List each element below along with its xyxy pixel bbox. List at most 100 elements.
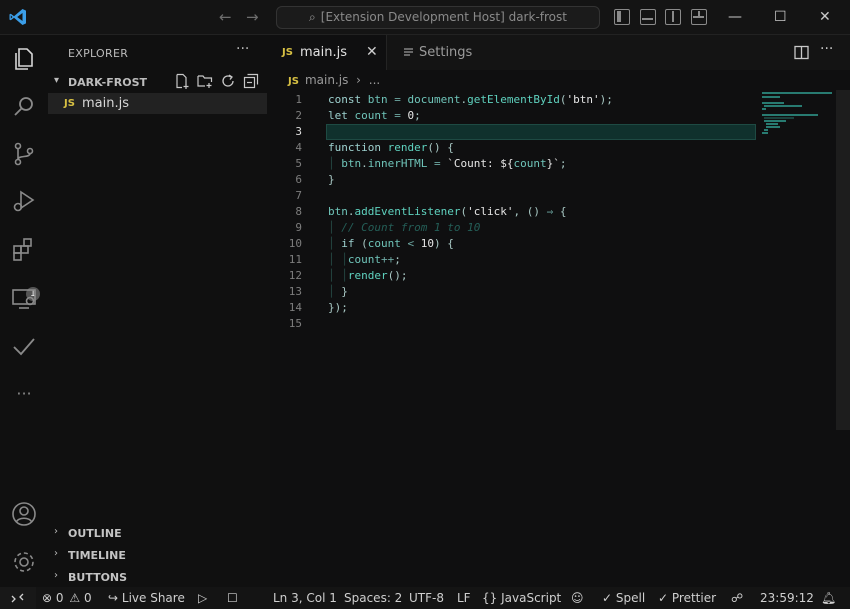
minimize-icon[interactable]: — xyxy=(728,7,742,27)
buttons-section[interactable]: › BUTTONS xyxy=(54,567,270,587)
extensions-icon[interactable] xyxy=(10,236,38,264)
live-share-button[interactable]: ↪ Live Share xyxy=(108,591,185,605)
language-label: JavaScript xyxy=(501,591,562,605)
manage-gear-icon[interactable] xyxy=(10,548,38,576)
folder-header[interactable]: ▾ DARK-FROST xyxy=(54,73,270,93)
section-label: TIMELINE xyxy=(68,549,126,562)
line-number: 5 xyxy=(295,157,302,170)
explorer-sidebar: EXPLORER ··· ▾ DARK-FROST JS main.js › O… xyxy=(48,35,270,587)
chevron-down-icon: ▾ xyxy=(54,75,60,86)
code-text: let count = 0; xyxy=(328,109,421,122)
line-number: 12 xyxy=(288,269,302,282)
status-bar: ⊗ 0 ⚠ 0 ↪ Live Share ▷ ☐ Ln 3, Col 1 Spa… xyxy=(0,587,850,609)
arrow-left-icon[interactable]: ← xyxy=(219,8,232,26)
collapse-all-icon[interactable] xyxy=(243,73,259,89)
remote-indicator[interactable] xyxy=(0,587,36,609)
code-line: 3 xyxy=(270,124,836,140)
code-line: 2 let count = 0; xyxy=(270,108,836,124)
run-debug-icon[interactable] xyxy=(10,187,38,215)
toggle-panel-icon[interactable] xyxy=(640,9,656,25)
code-text: │ │render(); xyxy=(328,269,408,282)
file-name: main.js xyxy=(82,96,129,111)
tab-settings[interactable]: Settings xyxy=(387,35,507,70)
line-number: 7 xyxy=(295,189,302,202)
toggle-secondary-sidebar-icon[interactable] xyxy=(665,9,681,25)
spell-check-button[interactable]: ✓ Spell xyxy=(602,591,645,605)
toggle-sidebar-icon[interactable] xyxy=(614,9,630,25)
code-line: 15 xyxy=(270,316,836,332)
code-editor[interactable]: 1 const btn = document.getElementById('b… xyxy=(270,90,836,430)
warning-count: 0 xyxy=(83,591,92,605)
run-icon[interactable]: ▷ xyxy=(198,591,207,605)
testing-icon[interactable] xyxy=(10,333,38,361)
code-line: 5 │ btn.innerHTML = `Count: ${count}`; xyxy=(270,156,836,172)
code-line: 1 const btn = document.getElementById('b… xyxy=(270,92,836,108)
activity-bar: 1 ··· xyxy=(0,35,48,587)
more-actions-icon[interactable]: ··· xyxy=(820,41,833,57)
refresh-icon[interactable] xyxy=(220,73,236,89)
copilot-icon[interactable]: ☺ xyxy=(571,591,584,605)
editor-tabs: JS main.js ✕ Settings ··· xyxy=(270,35,850,70)
code-text: } xyxy=(328,173,335,186)
files-icon[interactable] xyxy=(10,45,38,73)
file-item-main-js[interactable]: JS main.js xyxy=(48,93,267,114)
live-share-label: Live Share xyxy=(121,591,185,605)
code-text: │ btn.innerHTML = `Count: ${count}`; xyxy=(328,157,567,170)
split-editor-icon[interactable] xyxy=(794,45,809,60)
new-file-icon[interactable] xyxy=(174,73,190,89)
check-all-icon: ✓ xyxy=(658,591,669,605)
search-icon[interactable] xyxy=(10,93,38,121)
line-number: 9 xyxy=(295,221,302,234)
source-control-icon[interactable] xyxy=(10,140,38,168)
breadcrumb-separator: › xyxy=(356,73,361,87)
language-mode[interactable]: {} JavaScript xyxy=(482,591,561,605)
close-icon[interactable]: ✕ xyxy=(366,44,378,60)
search-icon: ⌕ xyxy=(309,10,316,24)
outline-section[interactable]: › OUTLINE xyxy=(54,523,270,543)
problems-indicator[interactable]: ⊗ 0 ⚠ 0 xyxy=(42,591,92,605)
folder-name: DARK-FROST xyxy=(68,76,148,89)
chevron-right-icon: › xyxy=(54,548,58,559)
breadcrumb-file[interactable]: main.js xyxy=(305,73,348,87)
js-file-icon: JS xyxy=(282,47,293,58)
tab-label: main.js xyxy=(300,45,347,60)
line-number: 1 xyxy=(295,93,302,106)
editor-scrollbar[interactable] xyxy=(836,90,850,430)
code-text: │ │count++; xyxy=(328,253,401,266)
more-icon[interactable]: ··· xyxy=(10,380,38,408)
tab-main-js[interactable]: JS main.js ✕ xyxy=(270,35,386,70)
encoding[interactable]: UTF-8 xyxy=(409,591,444,605)
end-of-line[interactable]: LF xyxy=(457,591,471,605)
sidebar-title: EXPLORER xyxy=(68,47,129,60)
arrow-right-icon[interactable]: → xyxy=(246,8,259,26)
section-label: OUTLINE xyxy=(68,527,122,540)
cursor-position[interactable]: Ln 3, Col 1 xyxy=(273,591,337,605)
minimap[interactable] xyxy=(762,90,834,170)
accounts-icon[interactable] xyxy=(10,500,38,528)
customize-layout-icon[interactable] xyxy=(691,9,707,25)
error-count: 0 xyxy=(55,591,64,605)
live-share-icon: ↪ xyxy=(108,591,119,605)
indentation[interactable]: Spaces: 2 xyxy=(344,591,402,605)
line-number: 15 xyxy=(288,317,302,330)
maximize-icon[interactable]: ☐ xyxy=(774,7,787,27)
spell-check-icon: ✓ xyxy=(602,591,613,605)
stop-icon[interactable]: ☐ xyxy=(227,591,238,605)
prettier-label: Prettier xyxy=(671,591,717,605)
breadcrumb-symbols[interactable]: ... xyxy=(369,73,380,87)
line-number: 14 xyxy=(288,301,302,314)
command-center-search[interactable]: ⌕ [Extension Development Host] dark-frost xyxy=(276,6,600,29)
bell-icon[interactable]: 🔔︎ xyxy=(821,591,836,605)
braces-icon: {} xyxy=(482,591,498,605)
remote-explorer-icon[interactable] xyxy=(10,285,38,313)
prettier-button[interactable]: ✓ Prettier xyxy=(658,591,716,605)
close-icon[interactable]: ✕ xyxy=(819,7,831,27)
code-text: │ if (count < 10) { xyxy=(328,237,454,250)
code-line: 7 xyxy=(270,188,836,204)
feedback-icon[interactable]: ☍ xyxy=(731,591,743,605)
new-folder-icon[interactable] xyxy=(197,73,213,89)
more-icon[interactable]: ··· xyxy=(236,41,249,57)
spell-label: Spell xyxy=(615,591,646,605)
clock: 23:59:12 xyxy=(760,591,814,605)
timeline-section[interactable]: › TIMELINE xyxy=(54,545,270,565)
